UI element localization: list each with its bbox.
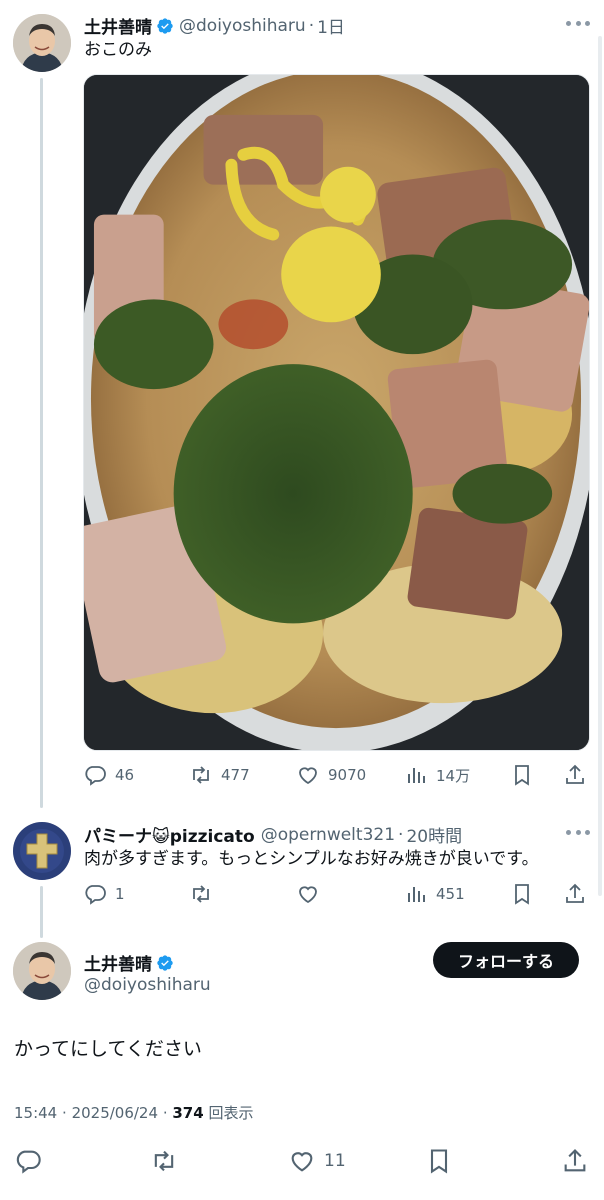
retweet-button[interactable] bbox=[189, 882, 221, 906]
avatar[interactable] bbox=[13, 942, 71, 1000]
bookmark-button[interactable] bbox=[510, 882, 542, 906]
reply-header: パミーナ😺pizzicato @opernwelt321 · 20時間 bbox=[84, 822, 462, 848]
reply-icon bbox=[85, 885, 106, 905]
like-count: 11 bbox=[324, 1151, 346, 1171]
like-icon bbox=[299, 886, 317, 904]
reply-count: 1 bbox=[115, 885, 125, 903]
verified-icon bbox=[157, 954, 173, 971]
views-count: 451 bbox=[436, 885, 465, 903]
separator-dot: · bbox=[62, 1104, 72, 1122]
tweet-timestamp[interactable]: 15:44 bbox=[14, 1104, 57, 1122]
main-tweet-text: かってにしてください bbox=[14, 1038, 202, 1060]
reply-icon bbox=[85, 766, 106, 786]
thread-line bbox=[40, 886, 43, 938]
views-button[interactable]: 451 bbox=[404, 882, 465, 906]
retweet-button[interactable] bbox=[150, 1147, 186, 1175]
tweet-header: 土井善晴 @doiyoshiharu · 1日 bbox=[84, 13, 345, 39]
tweet-date[interactable]: 2025/06/24 bbox=[72, 1104, 158, 1122]
view-count: 374 bbox=[172, 1104, 204, 1122]
share-button[interactable] bbox=[561, 1147, 597, 1175]
share-button[interactable] bbox=[563, 882, 595, 906]
follow-button[interactable]: フォローする bbox=[433, 942, 579, 978]
like-button[interactable]: 11 bbox=[288, 1147, 346, 1175]
tweet-photo[interactable] bbox=[83, 74, 590, 751]
reply-count: 46 bbox=[115, 766, 135, 784]
share-icon bbox=[566, 883, 584, 903]
tweet-time[interactable]: 1日 bbox=[317, 13, 345, 38]
like-icon bbox=[299, 767, 317, 785]
author-handle[interactable]: @doiyoshiharu bbox=[179, 16, 306, 36]
author-name[interactable]: 土井善晴 bbox=[84, 950, 152, 975]
tweet-text: おこのみ bbox=[84, 40, 152, 60]
tweet-meta: 15:44 · 2025/06/24 · 374 回表示 bbox=[14, 1102, 253, 1123]
author-name[interactable]: 土井善晴 bbox=[84, 13, 152, 38]
views-icon bbox=[408, 887, 425, 902]
bookmark-button[interactable] bbox=[510, 763, 542, 787]
reply-button[interactable]: 46 bbox=[83, 763, 134, 787]
more-icon[interactable] bbox=[566, 19, 590, 27]
reply-time[interactable]: 20時間 bbox=[406, 822, 462, 847]
share-icon bbox=[564, 1149, 586, 1172]
main-tweet-header: 土井善晴 bbox=[84, 950, 179, 975]
bookmark-icon bbox=[430, 1149, 448, 1174]
author-handle[interactable]: @doiyoshiharu bbox=[84, 975, 211, 995]
main-handle-row: @doiyoshiharu bbox=[84, 975, 211, 995]
verified-icon bbox=[157, 17, 173, 34]
retweet-count: 477 bbox=[221, 766, 250, 784]
retweet-icon bbox=[193, 766, 209, 784]
avatar[interactable] bbox=[13, 822, 71, 880]
avatar[interactable] bbox=[13, 14, 71, 72]
reply-icon bbox=[16, 1150, 41, 1174]
reply-button[interactable]: 1 bbox=[83, 882, 125, 906]
like-icon bbox=[291, 1152, 313, 1172]
separator-dot: · bbox=[308, 15, 315, 36]
bookmark-button[interactable] bbox=[425, 1147, 461, 1175]
more-icon[interactable] bbox=[566, 828, 590, 836]
like-button[interactable] bbox=[296, 882, 328, 906]
views-count: 14万 bbox=[436, 766, 471, 785]
view-suffix: 回表示 bbox=[208, 1104, 254, 1122]
author-name[interactable]: パミーナ😺pizzicato bbox=[84, 822, 255, 847]
retweet-icon bbox=[154, 1150, 174, 1172]
views-button[interactable]: 14万 bbox=[404, 763, 470, 787]
bookmark-icon bbox=[515, 765, 529, 786]
views-icon bbox=[408, 768, 425, 783]
reply-text: 肉が多すぎます。もっとシンプルなお好み焼きが良いです。 bbox=[84, 849, 539, 869]
reply-button[interactable] bbox=[14, 1147, 50, 1175]
author-handle[interactable]: @opernwelt321 bbox=[261, 825, 395, 845]
share-icon bbox=[566, 764, 584, 784]
retweet-button[interactable]: 477 bbox=[189, 763, 250, 787]
separator-dot: · bbox=[398, 824, 404, 845]
share-button[interactable] bbox=[563, 763, 595, 787]
thread-line bbox=[40, 78, 43, 808]
like-count: 9070 bbox=[328, 766, 367, 784]
separator-dot: · bbox=[162, 1104, 173, 1122]
bookmark-icon bbox=[515, 884, 529, 905]
scrollbar[interactable] bbox=[598, 36, 602, 896]
like-button[interactable]: 9070 bbox=[296, 763, 366, 787]
retweet-icon bbox=[193, 885, 209, 903]
